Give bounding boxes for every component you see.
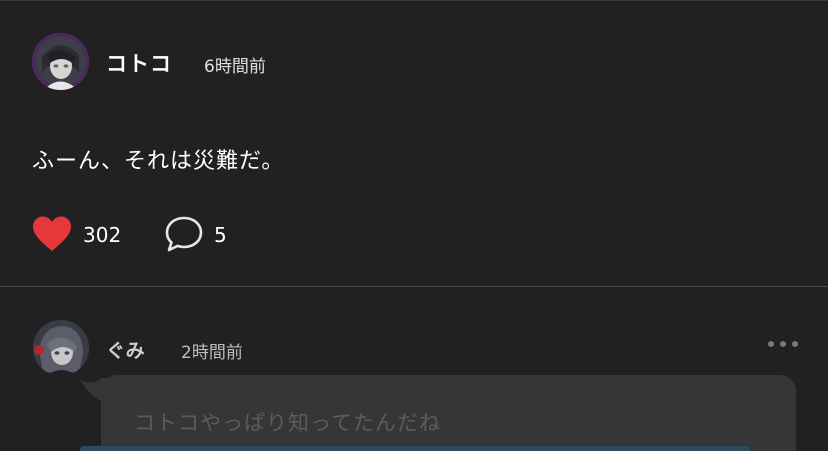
more-dot [792,341,798,347]
reply-avatar-image [33,320,89,376]
avatar[interactable] [32,33,89,90]
post-username[interactable]: コトコ [106,48,172,78]
bottom-bar [80,446,750,451]
reply-text: コトコやっぱり知ってたんだね [134,411,441,435]
like-count: 302 [83,223,122,247]
reply-username[interactable]: ぐみ [106,336,145,363]
screen: コトコ 6時間前 ふーん、それは災難だ。 302 5 ぐみ 2時間前 コトコやっ… [0,0,828,451]
more-dot [768,341,774,347]
avatar-image [32,33,89,90]
comment-count: 5 [214,223,227,247]
speech-bubble-icon[interactable] [164,215,204,253]
reply-avatar[interactable] [33,320,89,376]
reply-timestamp: 2時間前 [181,343,243,363]
post-divider [0,286,828,287]
post-body: ふーん、それは災難だ。 [32,149,285,174]
post: コトコ 6時間前 ふーん、それは災難だ。 302 5 [0,0,828,286]
more-dot [780,341,786,347]
post-timestamp: 6時間前 [204,57,266,77]
reply-bubble[interactable]: コトコやっぱり知ってたんだね [101,375,796,451]
ellipsis-icon[interactable] [768,338,798,350]
heart-icon[interactable] [32,215,72,253]
